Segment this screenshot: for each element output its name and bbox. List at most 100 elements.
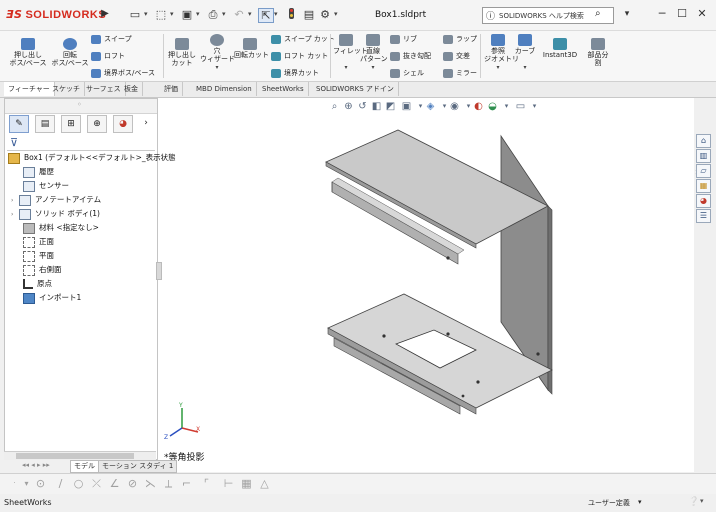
tab-mbd-dimension[interactable]: MBD Dimension (192, 82, 257, 96)
tree-horizontal-scrollbar[interactable] (4, 451, 156, 460)
file-properties-icon[interactable]: ▤ (302, 8, 316, 21)
maximize-button[interactable]: ☐ (674, 6, 690, 22)
feature-manager-tab-icon[interactable]: ✎ (9, 115, 29, 133)
split-part-button[interactable]: 部品分 割 (584, 38, 612, 67)
more-tabs-chevron-icon[interactable]: › (139, 115, 153, 131)
boundary-cut-button[interactable]: 境界カット (271, 68, 319, 78)
revolve-boss-button[interactable]: 回転 ボス/ベース (50, 38, 90, 67)
hole-wizard-button[interactable]: 穴 ウィザード ▾ (200, 34, 235, 72)
filter-icon[interactable]: ⊽ (10, 136, 18, 149)
revolve-cut-button[interactable]: 回転カット (234, 38, 269, 59)
configuration-manager-tab-icon[interactable]: ⊞ (61, 115, 81, 133)
design-library-icon[interactable]: ▥ (696, 149, 711, 163)
draft-button[interactable]: 抜き勾配 (390, 51, 431, 61)
file-explorer-icon[interactable]: ▱ (696, 164, 711, 178)
curves-dropdown-icon[interactable]: ▾ (523, 64, 526, 71)
close-button[interactable]: ✕ (694, 6, 710, 22)
units-dropdown-icon[interactable]: ▾ (638, 498, 642, 506)
view-palette-icon[interactable]: ▦ (696, 179, 711, 193)
instant3d-button[interactable]: Instant3D (540, 38, 580, 59)
tab-sheetworks[interactable]: SheetWorks (258, 82, 309, 96)
mounting-hole[interactable] (461, 394, 465, 398)
expand-menu-icon[interactable]: ▶ (98, 7, 112, 20)
status-dropdown-icon[interactable]: ▾ (700, 497, 704, 505)
reference-geometry-button[interactable]: 参照 ジオメトリ ▾ (484, 34, 519, 72)
mirror-button[interactable]: ミラー (443, 68, 477, 78)
extrude-boss-button[interactable]: 押し出し ボス/ベース (8, 38, 48, 67)
mounting-hole[interactable] (536, 352, 540, 356)
tree-item-front-plane[interactable]: 正面 (15, 235, 54, 248)
expand-arrow-icon[interactable]: › (11, 208, 19, 221)
mounting-hole[interactable] (446, 256, 450, 260)
undo-icon[interactable]: ↶ (232, 8, 246, 21)
loft-button[interactable]: ロフト (91, 51, 125, 61)
tab-solidworks-addins[interactable]: SOLIDWORKS アドイン (312, 82, 399, 96)
tree-item-history[interactable]: 履歴 (15, 165, 54, 178)
select-dropdown-icon[interactable]: ▾ (274, 10, 280, 18)
tab-sketch[interactable]: スケッチ (48, 82, 85, 96)
tab-motion-study-1[interactable]: モーション スタディ 1 (98, 460, 178, 473)
dimxpert-tab-icon[interactable]: ⊕ (87, 115, 107, 133)
center-rectangle-icon[interactable]: ⌜ (200, 477, 213, 490)
boundary-boss-button[interactable]: 境界ボス/ベース (91, 68, 155, 78)
search-icon[interactable]: ⌕ (595, 8, 601, 19)
pattern-dropdown-icon[interactable]: ▾ (371, 64, 374, 71)
line-sketch-icon[interactable]: ∕ (54, 477, 67, 490)
save-icon[interactable]: ▣ (180, 8, 194, 21)
intersect-button[interactable]: 交差 (443, 51, 470, 61)
tree-item-sensors[interactable]: センサー (15, 179, 69, 192)
mirror-sketch-icon[interactable]: ⟂ (162, 477, 175, 490)
tree-item-right-plane[interactable]: 右側面 (15, 263, 62, 276)
offset-icon[interactable]: ⊘ (126, 477, 139, 490)
sweep-button[interactable]: スイープ (91, 34, 132, 44)
mounting-hole[interactable] (446, 332, 450, 336)
tab-sheet-metal[interactable]: 板金 (120, 82, 143, 96)
open-dropdown-icon[interactable]: ▾ (170, 10, 176, 18)
solidworks-logo[interactable]: ƎS SOLIDWORKS (6, 8, 106, 21)
help-icon[interactable]: ❔ (688, 497, 699, 507)
tree-item-material[interactable]: 材料 <指定なし> (15, 221, 99, 234)
rib-button[interactable]: リブ (390, 34, 417, 44)
help-search-input[interactable]: ⓘ SOLIDWORKS ヘルプ検索 ⌕ (482, 7, 614, 24)
print-dropdown-icon[interactable]: ▾ (222, 10, 228, 18)
tree-item-annotations[interactable]: › アノテートアイテム (11, 193, 101, 206)
options-dropdown-icon[interactable]: ▾ (334, 10, 340, 18)
tree-item-origin[interactable]: 原点 (15, 277, 52, 290)
triangle-sketch-icon[interactable]: △ (258, 477, 271, 490)
open-icon[interactable]: ⬚ (154, 8, 168, 21)
sheet-metal-box-model[interactable] (158, 98, 694, 472)
tree-root-item[interactable]: Box1 (デフォルト<<デフォルト>_表示状態 (8, 151, 176, 164)
scrollbar-thumb[interactable] (16, 453, 134, 459)
wrap-button[interactable]: ラップ (443, 34, 477, 44)
options-gear-icon[interactable]: ⚙ (318, 8, 332, 21)
tree-item-solid-bodies[interactable]: › ソリッド ボディ(1) (11, 207, 100, 220)
print-icon[interactable]: ⎙ (206, 8, 220, 21)
home-icon[interactable]: ⌂ (696, 134, 711, 148)
linear-pattern-button[interactable]: 直線 パターン ▾ (360, 34, 388, 72)
save-dropdown-icon[interactable]: ▾ (196, 10, 202, 18)
tree-item-top-plane[interactable]: 平面 (15, 249, 54, 262)
undo-dropdown-icon[interactable]: ▾ (248, 10, 254, 18)
dimension-icon[interactable]: ⊢ (222, 477, 235, 490)
curves-button[interactable]: カーブ ▾ (514, 34, 536, 72)
panel-splitter-handle[interactable] (156, 262, 162, 280)
reference-dropdown-icon[interactable]: ▾ (496, 64, 499, 71)
select-icon[interactable]: ⇱ (258, 8, 274, 23)
mounting-hole[interactable] (476, 380, 480, 384)
loft-cut-button[interactable]: ロフト カット (271, 51, 328, 61)
property-manager-tab-icon[interactable]: ▤ (35, 115, 55, 133)
units-selector[interactable]: ユーザー定義 (588, 498, 630, 508)
tab-scroll-arrows-icon[interactable]: ◂◂ ◂ ▸ ▸▸ (22, 461, 50, 469)
minimize-button[interactable]: ─ (654, 6, 670, 22)
new-dropdown-icon[interactable]: ▾ (144, 10, 150, 18)
grid-icon[interactable]: ▦ (240, 477, 253, 490)
sweep-cut-button[interactable]: スイープ カット (271, 34, 335, 44)
hole-wizard-dropdown-icon[interactable]: ▾ (215, 64, 218, 71)
custom-properties-icon[interactable]: ☰ (696, 209, 711, 223)
fillet-button[interactable]: フィレット ▾ (333, 34, 368, 72)
rebuild-icon[interactable] (284, 8, 298, 21)
tree-item-import1[interactable]: インポート1 (15, 291, 81, 304)
display-manager-tab-icon[interactable]: ◕ (113, 115, 133, 133)
shell-button[interactable]: シェル (390, 68, 424, 78)
tab-evaluate[interactable]: 評価 (160, 82, 183, 96)
